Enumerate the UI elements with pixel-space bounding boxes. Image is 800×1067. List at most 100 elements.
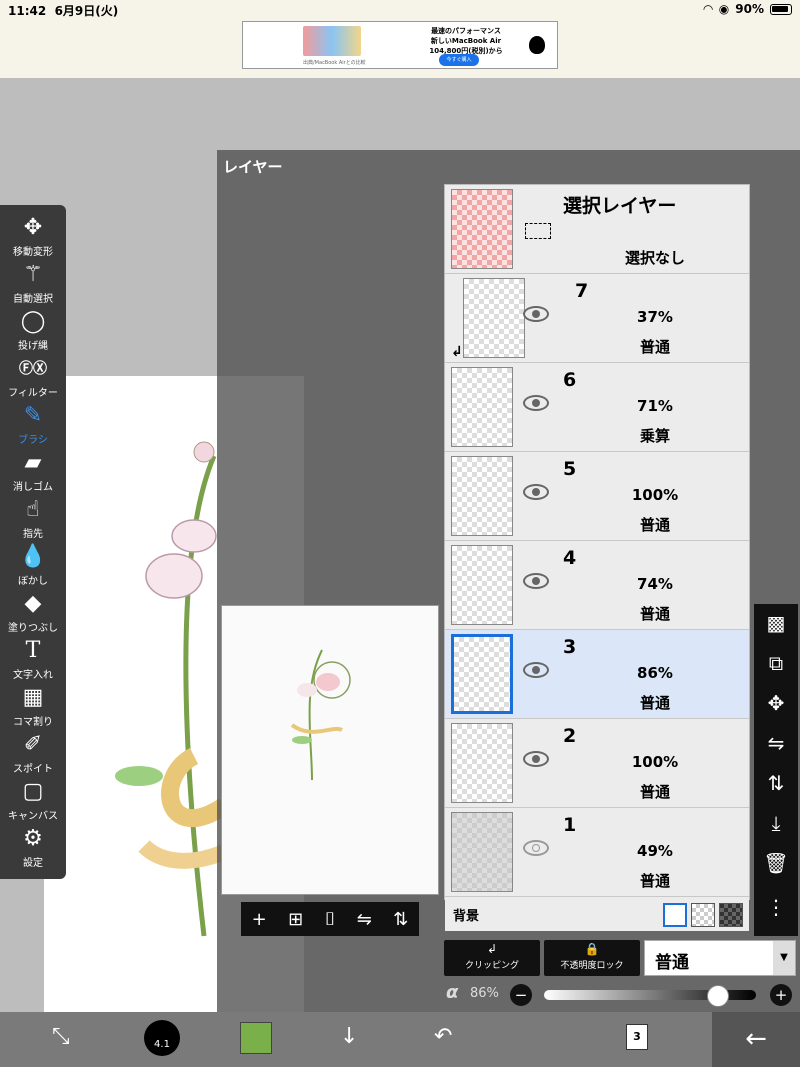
background-white-swatch[interactable] (663, 903, 687, 927)
layer-flip-horizontal-icon[interactable]: ⇋ (754, 724, 798, 762)
layer-opacity: 49% (637, 842, 673, 860)
layer-row[interactable]: 4 74% 普通 (445, 541, 749, 630)
clipping-indicator-icon: ↲ (451, 344, 463, 360)
tool-eraser[interactable]: ▰ 消しゴム (0, 448, 66, 495)
tool-canvas[interactable]: ▢ キャンバス (0, 777, 66, 824)
opacity-increase-button[interactable]: + (770, 984, 792, 1006)
layer-blend-mode: 普通 (639, 516, 670, 534)
brush-size-button[interactable]: 4.1 (144, 1020, 180, 1056)
clipping-icon: ↲ (486, 942, 498, 956)
canvas-preview[interactable] (221, 605, 439, 895)
flip-vertical-icon[interactable]: ⇅ (393, 909, 408, 930)
brush-icon: ✎ (23, 403, 43, 428)
panel-icon: ▦ (22, 685, 44, 710)
eraser-icon: ▰ (24, 450, 42, 475)
preview-artwork (290, 649, 351, 781)
layer-move-icon[interactable]: ✥ (754, 684, 798, 722)
tool-filter[interactable]: ⒻⓍ フィルター (0, 354, 66, 401)
layer-thumbnail (451, 456, 513, 536)
visibility-eye-icon[interactable] (523, 484, 549, 500)
tool-fill[interactable]: ◆ 塗りつぶし (0, 589, 66, 636)
chevron-down-icon: ▼ (773, 941, 795, 975)
quick-menu-icon[interactable]: ⤡ (52, 1024, 70, 1049)
canvas-icon: ▢ (22, 779, 44, 804)
status-indicators: ◠ ◉ 90% (704, 2, 792, 16)
text-icon: T (25, 638, 41, 663)
down-arrow-icon[interactable]: ↓ (340, 1024, 358, 1049)
color-swatch-button[interactable] (240, 1022, 272, 1054)
visibility-eye-icon[interactable] (523, 751, 549, 767)
layer-row[interactable]: 1 49% 普通 (445, 808, 749, 897)
visibility-eye-icon[interactable] (523, 662, 549, 678)
tool-panel-divide[interactable]: ▦ コマ割り (0, 683, 66, 730)
opacity-slider-knob[interactable] (707, 985, 730, 1007)
layer-swap-icon[interactable]: ⧉ (754, 644, 798, 682)
layer-row[interactable]: 5 100% 普通 (445, 452, 749, 541)
layer-thumbnail (451, 634, 513, 714)
fill-icon: ◆ (24, 591, 42, 616)
layer-name: 6 (563, 369, 577, 391)
tool-magic-wand[interactable]: ⚚ 自動選択 (0, 260, 66, 307)
layer-name: 1 (563, 814, 577, 836)
apple-logo-icon (529, 36, 545, 54)
alpha-lock-button[interactable]: 🔒 不透明度ロック (544, 940, 640, 976)
more-options-icon[interactable]: ⋮ (754, 888, 798, 926)
eyedropper-icon: ✐ (23, 732, 43, 757)
layer-row-selected[interactable]: 3 86% 普通 (445, 630, 749, 719)
layer-blend-mode: 普通 (639, 783, 670, 801)
clipping-button[interactable]: ↲ クリッピング (444, 940, 540, 976)
transparent-fill-icon[interactable]: ▩ (754, 604, 798, 642)
ad-image (303, 26, 361, 56)
trash-icon[interactable]: 🗑 (754, 844, 798, 882)
tool-move[interactable]: ✥ 移動変形 (0, 213, 66, 260)
flip-horizontal-icon[interactable]: ⇋ (357, 909, 372, 930)
tool-brush[interactable]: ✎ ブラシ (0, 401, 66, 448)
ad-banner[interactable]: 出典/MacBook Airとの比較 最速のパフォーマンス 新しいMacBook… (242, 21, 558, 69)
layer-count-button[interactable]: 3 (626, 1024, 648, 1050)
back-arrow-icon[interactable]: ← (712, 1012, 800, 1067)
add-layer-icon[interactable]: + (252, 909, 267, 930)
tool-text[interactable]: T 文字入れ (0, 636, 66, 683)
layer-actions-bar: + ⊞ ⌷ ⇋ ⇅ (241, 902, 419, 936)
background-transparent-swatch[interactable] (691, 903, 715, 927)
duplicate-layer-icon[interactable]: ⊞ (288, 909, 303, 930)
visibility-eye-icon[interactable] (523, 395, 549, 411)
layer-list: 選択レイヤー 選択なし ↲ 7 37% 普通 6 71% 乗算 5 100% 普… (444, 184, 750, 931)
tool-finger[interactable]: ☝ 指先 (0, 495, 66, 542)
background-row: 背景 (445, 897, 749, 931)
finger-icon: ☝ (26, 497, 40, 522)
visibility-eye-icon[interactable] (523, 573, 549, 589)
merge-down-icon[interactable]: ⤓ (754, 804, 798, 842)
layer-thumbnail (451, 812, 513, 892)
tool-eyedropper[interactable]: ✐ スポイト (0, 730, 66, 777)
undo-icon[interactable]: ↶ (434, 1024, 452, 1049)
tool-settings[interactable]: ⚙ 設定 (0, 824, 66, 871)
lasso-icon: ◯ (20, 309, 46, 334)
tool-lasso[interactable]: ◯ 投げ縄 (0, 307, 66, 354)
opacity-decrease-button[interactable]: − (510, 984, 532, 1006)
layer-name: 5 (563, 458, 577, 480)
selection-marquee-icon (525, 223, 551, 239)
selection-status: 選択なし (624, 249, 685, 267)
rotation-lock-icon: ◉ (718, 2, 730, 16)
camera-icon[interactable]: ⌷ (325, 909, 336, 930)
layer-opacity: 71% (637, 397, 673, 415)
background-dark-swatch[interactable] (719, 903, 743, 927)
layer-row[interactable]: ↲ 7 37% 普通 (445, 274, 749, 363)
blend-mode-select[interactable]: 普通 ▼ (644, 940, 796, 976)
layer-blend-mode: 普通 (639, 694, 670, 712)
ad-buy-button[interactable]: 今すぐ購入 (439, 54, 479, 66)
layer-opacity: 100% (631, 486, 679, 504)
layer-name: 7 (575, 280, 589, 302)
visibility-eye-icon[interactable] (523, 306, 549, 322)
opacity-slider[interactable] (544, 985, 756, 1007)
status-time: 11:42 6月9日(火) (8, 4, 119, 18)
status-bar: 11:42 6月9日(火) ◠ ◉ 90% 出典/MacBook Airとの比較… (0, 0, 800, 78)
layer-flip-vertical-icon[interactable]: ⇅ (754, 764, 798, 802)
layer-row[interactable]: 2 100% 普通 (445, 719, 749, 808)
tool-blur[interactable]: 💧 ぼかし (0, 542, 66, 589)
selection-layer-row[interactable]: 選択レイヤー 選択なし (445, 185, 749, 274)
layer-row[interactable]: 6 71% 乗算 (445, 363, 749, 452)
hidden-eye-icon[interactable] (523, 840, 549, 856)
selection-thumbnail (451, 189, 513, 269)
